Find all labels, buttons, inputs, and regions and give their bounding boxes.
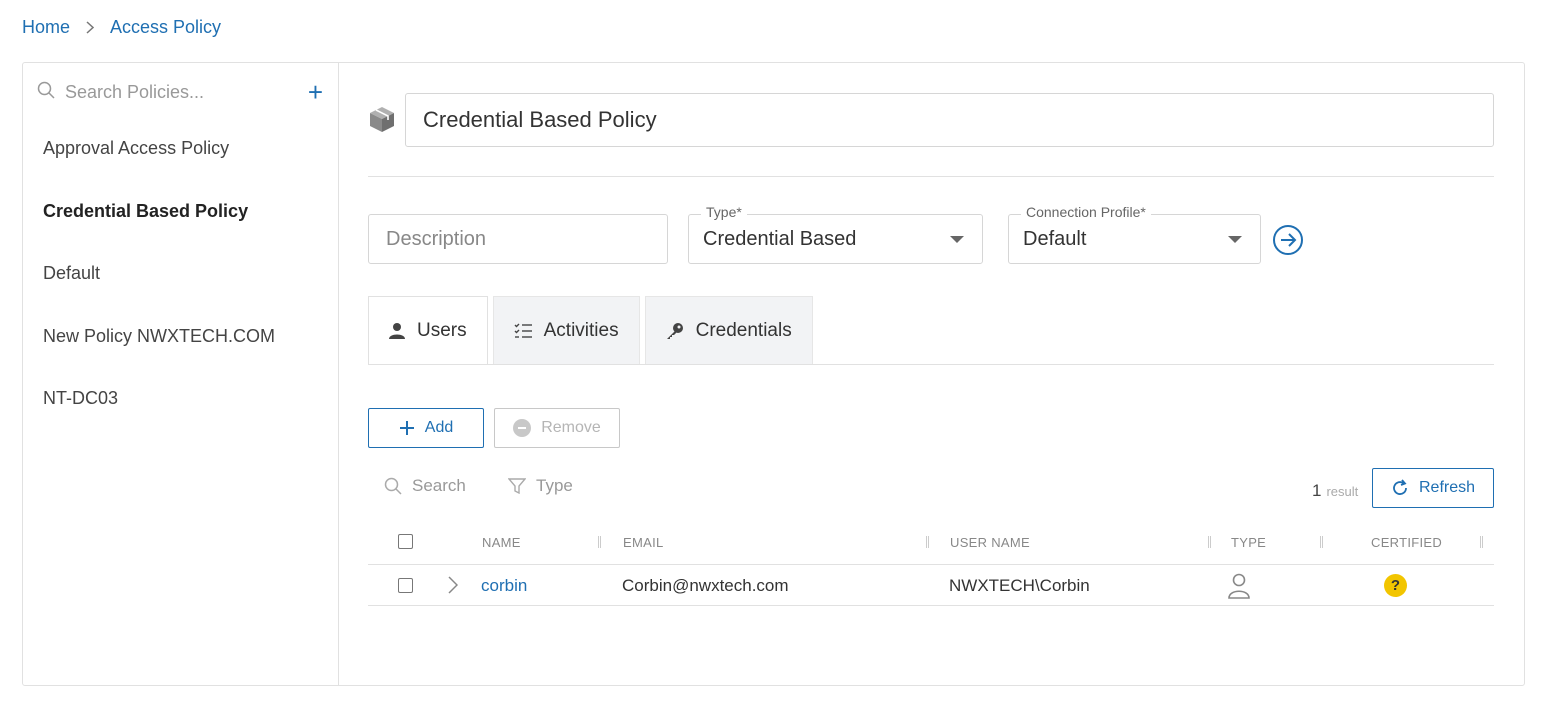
column-resize-handle[interactable] [1208, 536, 1211, 548]
tab-activities-label: Activities [543, 320, 619, 341]
policy-item-default[interactable]: Default [43, 263, 275, 326]
policy-detail: Type* Credential Based Connection Profil… [368, 63, 1494, 685]
policy-item-nt-dc03[interactable]: NT-DC03 [43, 388, 275, 451]
caret-down-icon [1228, 236, 1242, 243]
type-label: Type* [701, 204, 747, 220]
plus-icon [399, 420, 415, 436]
result-count-label: result [1326, 484, 1359, 499]
tab-credentials-label: Credentials [695, 320, 792, 341]
add-user-label: Add [424, 419, 454, 436]
filter-icon [508, 478, 526, 494]
connection-profile-label: Connection Profile* [1021, 204, 1151, 220]
divider [368, 176, 1494, 177]
chevron-right-icon[interactable] [448, 576, 459, 599]
type-filter[interactable]: Type [508, 476, 573, 496]
policy-item-approval-access[interactable]: Approval Access Policy [43, 138, 275, 201]
row-checkbox[interactable] [398, 578, 413, 593]
certified-unknown-badge: ? [1384, 574, 1407, 597]
search-icon [384, 477, 402, 495]
column-certified[interactable]: CERTIFIED [1371, 535, 1442, 550]
table-header: NAME EMAIL USER NAME TYPE CERTIFIED [368, 518, 1494, 565]
select-all-checkbox[interactable] [398, 534, 413, 549]
policy-panel: + Approval Access Policy Credential Base… [22, 62, 1525, 686]
policy-sidebar: + Approval Access Policy Credential Base… [23, 63, 339, 685]
policy-search: + [37, 79, 327, 105]
type-filter-label: Type [536, 476, 573, 495]
column-resize-handle[interactable] [598, 536, 601, 548]
arrow-right-circle-icon[interactable] [1272, 224, 1304, 261]
remove-user-button[interactable]: Remove [494, 408, 620, 448]
cube-icon [368, 105, 396, 138]
refresh-button[interactable]: Refresh [1372, 468, 1494, 508]
column-type[interactable]: TYPE [1231, 535, 1266, 550]
result-count-value: 1 [1312, 481, 1322, 500]
tab-credentials[interactable]: Credentials [644, 296, 813, 365]
tab-users-label: Users [417, 320, 467, 341]
user-name-link[interactable]: corbin [481, 576, 527, 596]
add-user-button[interactable]: Add [368, 408, 484, 448]
policy-name-input[interactable] [405, 93, 1494, 147]
policy-search-input[interactable] [65, 81, 285, 103]
user-username: NWXTECH\Corbin [949, 576, 1090, 595]
connection-profile-select[interactable]: Connection Profile* Default [1008, 204, 1261, 264]
result-count: 1 result [1312, 481, 1358, 501]
policy-list: Approval Access Policy Credential Based … [43, 138, 275, 451]
breadcrumb-home[interactable]: Home [22, 17, 70, 38]
add-policy-button[interactable]: + [308, 79, 323, 105]
tab-activities[interactable]: Activities [492, 296, 640, 365]
column-email[interactable]: EMAIL [623, 535, 664, 550]
users-table: NAME EMAIL USER NAME TYPE CERTIFIED corb… [368, 518, 1494, 606]
column-user-name[interactable]: USER NAME [950, 535, 1030, 550]
column-resize-handle[interactable] [926, 536, 929, 548]
policy-tabs: Users Activities Credentials [368, 296, 818, 365]
user-icon [389, 322, 405, 340]
user-email: Corbin@nwxtech.com [622, 576, 789, 595]
policy-item-credential-based[interactable]: Credential Based Policy [43, 201, 275, 264]
type-select[interactable]: Type* Credential Based [688, 204, 983, 264]
type-value: Credential Based [703, 228, 857, 250]
checklist-icon [514, 323, 532, 339]
refresh-icon [1391, 479, 1409, 497]
chevron-right-icon [86, 21, 95, 34]
column-resize-handle[interactable] [1480, 536, 1483, 548]
column-resize-handle[interactable] [1320, 536, 1323, 548]
policy-title-row [368, 93, 1494, 147]
connection-profile-value: Default [1023, 228, 1087, 250]
search-icon [37, 81, 55, 104]
description-input[interactable] [368, 214, 668, 264]
minus-circle-icon [513, 419, 532, 437]
search-filter[interactable]: Search [384, 476, 466, 496]
refresh-label: Refresh [1418, 479, 1476, 496]
user-outline-icon [1227, 573, 1251, 604]
key-icon [666, 322, 684, 340]
tab-users[interactable]: Users [368, 296, 488, 365]
table-row[interactable]: corbin Corbin@nwxtech.com NWXTECH\Corbin… [368, 565, 1494, 606]
column-name[interactable]: NAME [482, 535, 521, 550]
caret-down-icon [950, 236, 964, 243]
search-filter-label: Search [412, 476, 466, 495]
policy-item-new-policy-nwxtech[interactable]: New Policy NWXTECH.COM [43, 326, 275, 389]
breadcrumb-current[interactable]: Access Policy [110, 17, 221, 38]
breadcrumb: Home Access Policy [22, 17, 221, 38]
tabs-divider [368, 364, 1494, 365]
remove-user-label: Remove [541, 419, 601, 436]
